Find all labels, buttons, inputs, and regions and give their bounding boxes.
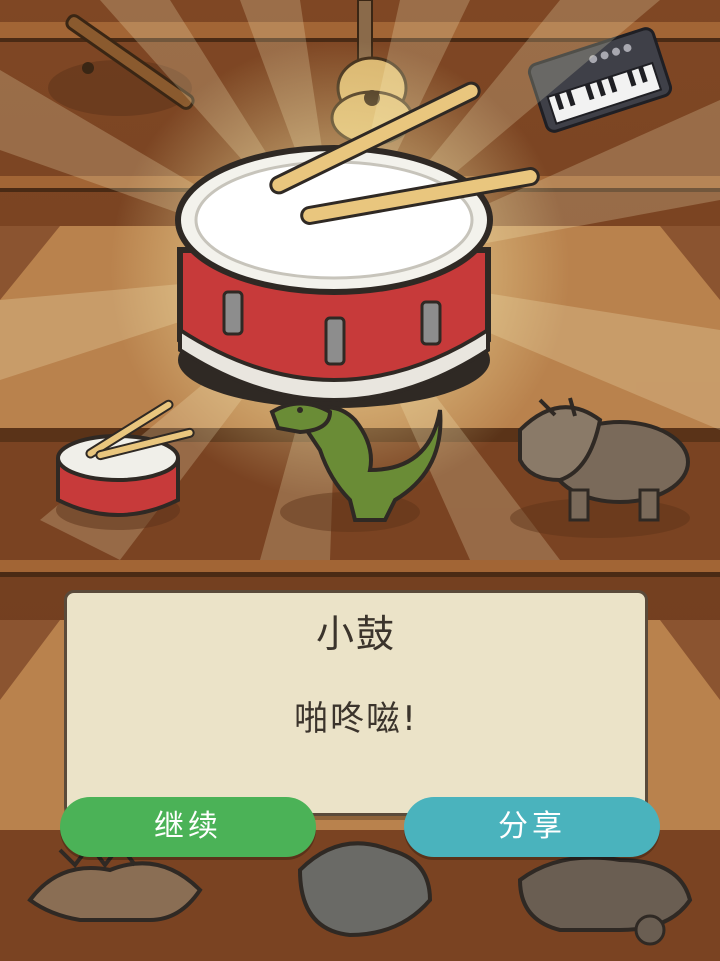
continue-button[interactable]: 继续 [60, 797, 316, 857]
sound-effect-text: 啪咚嗞! [294, 699, 418, 739]
instrument-name: 小鼓 [315, 612, 396, 656]
unlock-dialog: 小鼓 啪咚嗞! [64, 590, 648, 816]
share-button[interactable]: 分享 [404, 797, 660, 857]
